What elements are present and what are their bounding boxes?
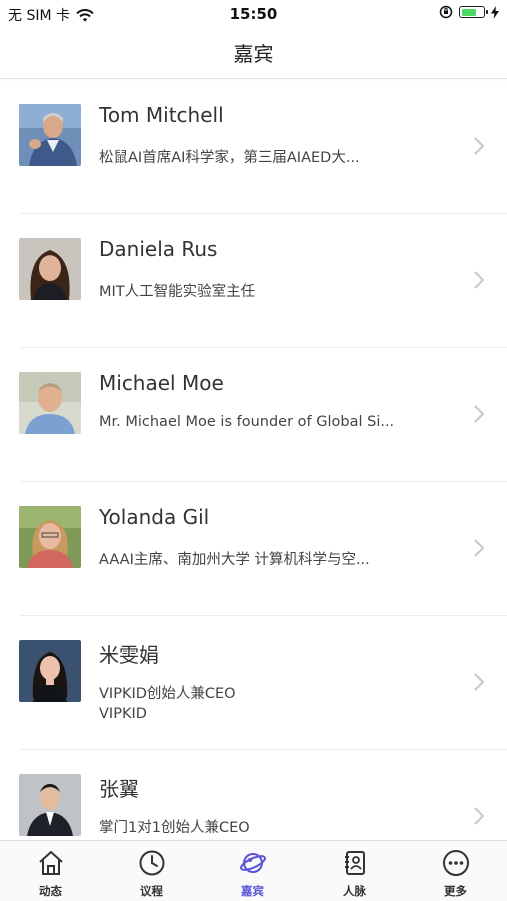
- guest-description: 掌门1对1创始人兼CEO: [99, 820, 250, 836]
- guest-description: 松鼠AI首席AI科学家，第三届AIAED大...: [99, 150, 360, 166]
- guest-row[interactable]: Tom Mitchell 松鼠AI首席AI科学家，第三届AIAED大...: [0, 80, 507, 214]
- tab-guests[interactable]: 嘉宾: [202, 841, 303, 901]
- guest-row[interactable]: 米雯娟 VIPKID创始人兼CEO VIPKID: [0, 616, 507, 750]
- tab-label: 动态: [39, 884, 62, 898]
- chevron-right-icon: [474, 137, 485, 155]
- tab-label: 人脉: [343, 884, 366, 898]
- chevron-right-icon: [474, 271, 485, 289]
- contacts-icon: [344, 851, 365, 875]
- status-time: 15:50: [229, 5, 278, 23]
- tab-label: 议程: [140, 884, 163, 898]
- tab-bar: 动态 议程 嘉宾 人脉 更多: [0, 840, 507, 901]
- tab-contacts[interactable]: 人脉: [304, 841, 405, 901]
- guest-name: Yolanda Gil: [99, 505, 210, 529]
- chevron-right-icon: [474, 405, 485, 423]
- guest-avatar: [19, 640, 81, 702]
- guest-avatar: [19, 774, 81, 836]
- tab-more[interactable]: 更多: [405, 841, 506, 901]
- guest-description: AAAI主席、南加州大学 计算机科学与空...: [99, 552, 370, 568]
- guest-name: 米雯娟: [99, 643, 159, 667]
- status-right: [439, 5, 499, 19]
- guest-description: MIT人工智能实验室主任: [99, 284, 256, 300]
- guest-name: Tom Mitchell: [99, 103, 224, 127]
- chevron-right-icon: [474, 539, 485, 557]
- guest-list[interactable]: Tom Mitchell 松鼠AI首席AI科学家，第三届AIAED大... Da…: [0, 80, 507, 840]
- page-title: 嘉宾: [233, 42, 274, 66]
- chevron-right-icon: [474, 673, 485, 691]
- guest-name: 张翼: [99, 777, 139, 801]
- guest-row[interactable]: Yolanda Gil AAAI主席、南加州大学 计算机科学与空...: [0, 482, 507, 616]
- navigation-bar: 嘉宾: [0, 28, 507, 79]
- guest-name: Daniela Rus: [99, 237, 218, 261]
- tab-label: 嘉宾: [241, 884, 264, 898]
- guest-avatar: [19, 372, 81, 434]
- tab-label: 更多: [444, 884, 467, 898]
- orientation-lock-icon: [439, 5, 453, 19]
- guest-description: VIPKID创始人兼CEO: [99, 686, 236, 702]
- guest-avatar: [19, 506, 81, 568]
- chevron-right-icon: [474, 807, 485, 825]
- guest-company: VIPKID: [99, 706, 147, 722]
- clock-icon: [139, 850, 164, 876]
- status-bar: 无 SIM 卡 15:50: [0, 0, 507, 28]
- tab-agenda[interactable]: 议程: [101, 841, 202, 901]
- planet-icon: [239, 853, 266, 873]
- guest-row[interactable]: Michael Moe Mr. Michael Moe is founder o…: [0, 348, 507, 482]
- guest-avatar: [19, 238, 81, 300]
- tab-updates[interactable]: 动态: [0, 841, 101, 901]
- charging-bolt-icon: [491, 5, 499, 19]
- guest-avatar: [19, 104, 81, 166]
- guest-row[interactable]: Daniela Rus MIT人工智能实验室主任: [0, 214, 507, 348]
- more-icon: [442, 850, 469, 876]
- guest-name: Michael Moe: [99, 371, 224, 395]
- home-icon: [38, 851, 63, 875]
- battery-icon: [459, 6, 488, 18]
- guest-description: Mr. Michael Moe is founder of Global Si.…: [99, 414, 395, 430]
- guest-row[interactable]: 张翼 掌门1对1创始人兼CEO: [0, 750, 507, 840]
